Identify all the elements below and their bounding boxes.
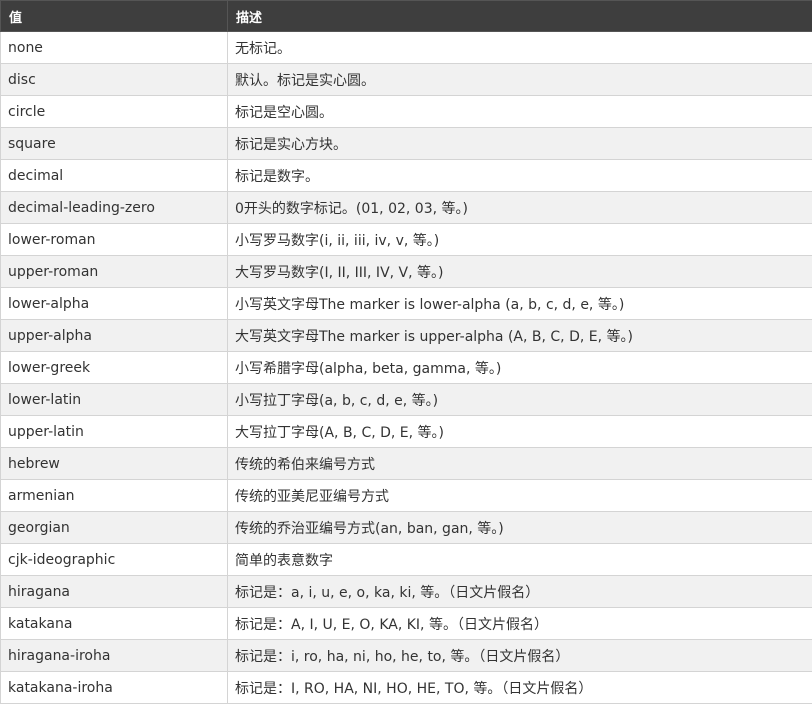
- value-cell: disc: [1, 64, 228, 96]
- table-row: georgian传统的乔治亚编号方式(an, ban, gan, 等。): [1, 512, 812, 544]
- table-row: decimal标记是数字。: [1, 160, 812, 192]
- description-cell: 小写希腊字母(alpha, beta, gamma, 等。): [228, 352, 812, 384]
- table-row: decimal-leading-zero0开头的数字标记。(01, 02, 03…: [1, 192, 812, 224]
- value-cell: cjk-ideographic: [1, 544, 228, 576]
- value-cell: lower-alpha: [1, 288, 228, 320]
- list-style-type-table: 值 描述 none无标记。 disc默认。标记是实心圆。 circle标记是空心…: [0, 0, 812, 704]
- value-cell: lower-greek: [1, 352, 228, 384]
- value-cell: georgian: [1, 512, 228, 544]
- description-cell: 小写英文字母The marker is lower-alpha (a, b, c…: [228, 288, 812, 320]
- table-body: none无标记。 disc默认。标记是实心圆。 circle标记是空心圆。 sq…: [1, 32, 812, 704]
- value-cell: hiragana: [1, 576, 228, 608]
- value-cell: hiragana-iroha: [1, 640, 228, 672]
- description-cell: 大写罗马数字(I, II, III, IV, V, 等。): [228, 256, 812, 288]
- description-cell: 大写拉丁字母(A, B, C, D, E, 等。): [228, 416, 812, 448]
- value-cell: circle: [1, 96, 228, 128]
- table-row: hiragana-iroha标记是：i, ro, ha, ni, ho, he,…: [1, 640, 812, 672]
- value-cell: upper-roman: [1, 256, 228, 288]
- table-row: upper-roman大写罗马数字(I, II, III, IV, V, 等。): [1, 256, 812, 288]
- description-cell: 0开头的数字标记。(01, 02, 03, 等。): [228, 192, 812, 224]
- header-value: 值: [1, 1, 228, 32]
- table-row: armenian传统的亚美尼亚编号方式: [1, 480, 812, 512]
- description-cell: 标记是：a, i, u, e, o, ka, ki, 等。（日文片假名）: [228, 576, 812, 608]
- value-cell: none: [1, 32, 228, 64]
- table-row: katakana-iroha标记是：I, RO, HA, NI, HO, HE,…: [1, 672, 812, 704]
- header-row: 值 描述: [1, 1, 812, 32]
- header-description: 描述: [228, 1, 812, 32]
- description-cell: 小写罗马数字(i, ii, iii, iv, v, 等。): [228, 224, 812, 256]
- value-cell: upper-alpha: [1, 320, 228, 352]
- table-row: hebrew传统的希伯来编号方式: [1, 448, 812, 480]
- table-row: disc默认。标记是实心圆。: [1, 64, 812, 96]
- description-cell: 标记是实心方块。: [228, 128, 812, 160]
- table-row: hiragana标记是：a, i, u, e, o, ka, ki, 等。（日文…: [1, 576, 812, 608]
- table-row: katakana标记是：A, I, U, E, O, KA, KI, 等。（日文…: [1, 608, 812, 640]
- value-cell: square: [1, 128, 228, 160]
- table-row: lower-roman小写罗马数字(i, ii, iii, iv, v, 等。): [1, 224, 812, 256]
- table-row: lower-greek小写希腊字母(alpha, beta, gamma, 等。…: [1, 352, 812, 384]
- table-row: square标记是实心方块。: [1, 128, 812, 160]
- table-row: none无标记。: [1, 32, 812, 64]
- table-row: circle标记是空心圆。: [1, 96, 812, 128]
- table-row: lower-alpha小写英文字母The marker is lower-alp…: [1, 288, 812, 320]
- value-cell: katakana: [1, 608, 228, 640]
- value-cell: decimal-leading-zero: [1, 192, 228, 224]
- table-header: 值 描述: [1, 1, 812, 32]
- description-cell: 默认。标记是实心圆。: [228, 64, 812, 96]
- value-cell: decimal: [1, 160, 228, 192]
- description-cell: 标记是：A, I, U, E, O, KA, KI, 等。（日文片假名）: [228, 608, 812, 640]
- description-cell: 标记是空心圆。: [228, 96, 812, 128]
- table-row: upper-latin大写拉丁字母(A, B, C, D, E, 等。): [1, 416, 812, 448]
- description-cell: 小写拉丁字母(a, b, c, d, e, 等。): [228, 384, 812, 416]
- description-cell: 传统的希伯来编号方式: [228, 448, 812, 480]
- value-cell: armenian: [1, 480, 228, 512]
- description-cell: 无标记。: [228, 32, 812, 64]
- description-cell: 标记是：I, RO, HA, NI, HO, HE, TO, 等。（日文片假名）: [228, 672, 812, 704]
- description-cell: 标记是：i, ro, ha, ni, ho, he, to, 等。（日文片假名）: [228, 640, 812, 672]
- value-cell: hebrew: [1, 448, 228, 480]
- description-cell: 大写英文字母The marker is upper-alpha (A, B, C…: [228, 320, 812, 352]
- description-cell: 简单的表意数字: [228, 544, 812, 576]
- value-cell: katakana-iroha: [1, 672, 228, 704]
- value-cell: lower-roman: [1, 224, 228, 256]
- value-cell: lower-latin: [1, 384, 228, 416]
- table-row: upper-alpha大写英文字母The marker is upper-alp…: [1, 320, 812, 352]
- table-row: cjk-ideographic简单的表意数字: [1, 544, 812, 576]
- description-cell: 标记是数字。: [228, 160, 812, 192]
- description-cell: 传统的亚美尼亚编号方式: [228, 480, 812, 512]
- description-cell: 传统的乔治亚编号方式(an, ban, gan, 等。): [228, 512, 812, 544]
- table-row: lower-latin小写拉丁字母(a, b, c, d, e, 等。): [1, 384, 812, 416]
- value-cell: upper-latin: [1, 416, 228, 448]
